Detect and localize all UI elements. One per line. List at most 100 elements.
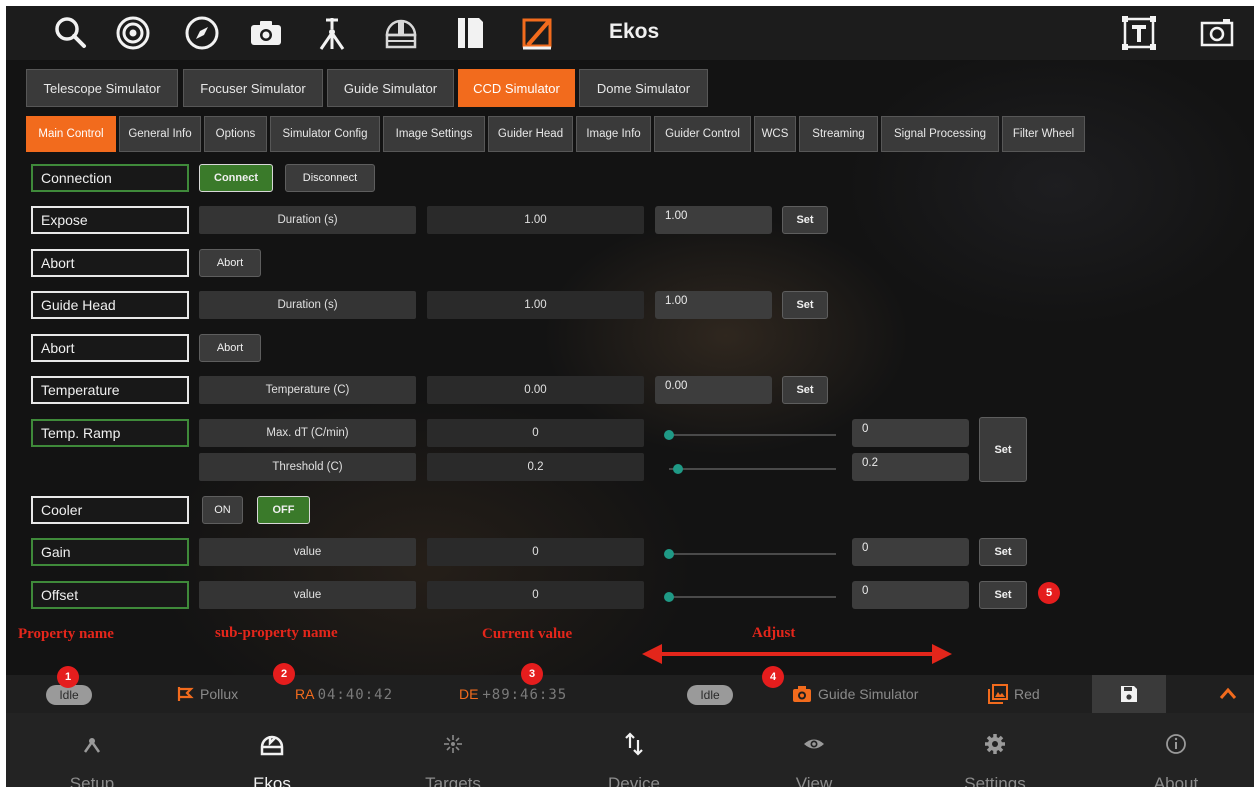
- disconnect-button[interactable]: Disconnect: [285, 164, 375, 192]
- gain-slider-track[interactable]: [666, 553, 836, 555]
- tab-filter-wheel[interactable]: Filter Wheel: [1002, 116, 1085, 152]
- setup-icon: [83, 738, 101, 753]
- tab-focuser-simulator[interactable]: Focuser Simulator: [183, 69, 323, 107]
- target-icon: [176, 684, 196, 704]
- ekos-app: Ekos Telescope Simulator Focuser Simulat…: [6, 6, 1254, 787]
- ra-readout: RA 04:40:42: [295, 686, 393, 703]
- subproperty-max-dt: Max. dT (C/min): [199, 419, 416, 447]
- tab-wcs[interactable]: WCS: [754, 116, 796, 152]
- current-value-max-dt: 0: [427, 419, 644, 447]
- gain-input[interactable]: 0: [852, 538, 969, 566]
- subproperty-threshold: Threshold (C): [199, 453, 416, 481]
- bottom-navigation: Setup Ekos Targets Device View Settings …: [6, 713, 1254, 787]
- expose-duration-input[interactable]: 1.00: [655, 206, 772, 234]
- tab-signal-processing[interactable]: Signal Processing: [881, 116, 999, 152]
- flat-box-icon[interactable]: [452, 15, 488, 51]
- property-name-cooler: Cooler: [31, 496, 189, 524]
- guide-head-duration-input[interactable]: 1.00: [655, 291, 772, 319]
- tab-options[interactable]: Options: [204, 116, 267, 152]
- abort-guide-button[interactable]: Abort: [199, 334, 261, 362]
- tab-streaming[interactable]: Streaming: [799, 116, 878, 152]
- align-icon[interactable]: [519, 15, 555, 51]
- nav-device[interactable]: Device: [559, 713, 709, 787]
- tab-simulator-config[interactable]: Simulator Config: [270, 116, 380, 152]
- app-title: Ekos: [609, 20, 660, 43]
- offset-set-button[interactable]: Set: [979, 581, 1027, 609]
- subproperty-offset-value: value: [199, 581, 416, 609]
- tab-general-info[interactable]: General Info: [119, 116, 201, 152]
- nav-label-about: About: [1153, 774, 1199, 787]
- search-icon[interactable]: [52, 15, 88, 51]
- de-label: DE: [459, 686, 479, 702]
- nav-label-view: View: [795, 774, 833, 787]
- offset-input[interactable]: 0: [852, 581, 969, 609]
- tab-dome-simulator[interactable]: Dome Simulator: [579, 69, 708, 107]
- max-dt-input[interactable]: 0: [852, 419, 969, 447]
- text-overlay-icon[interactable]: [1121, 15, 1157, 51]
- gain-slider-handle[interactable]: [664, 549, 674, 559]
- nav-targets[interactable]: Targets: [378, 713, 528, 787]
- offset-slider-track[interactable]: [666, 596, 836, 598]
- threshold-input[interactable]: 0.2: [852, 453, 969, 481]
- property-name-abort: Abort: [31, 249, 189, 277]
- eye-icon: [804, 739, 824, 749]
- nav-label-ekos: Ekos: [253, 774, 291, 787]
- nav-about[interactable]: About: [1101, 713, 1251, 787]
- annotation-subproperty-name: sub-property name: [215, 625, 338, 641]
- adjust-arrow: [642, 644, 952, 664]
- ra-value: 04:40:42: [317, 687, 394, 703]
- tab-telescope-simulator[interactable]: Telescope Simulator: [26, 69, 178, 107]
- target-name: Pollux: [200, 686, 239, 702]
- compass-icon[interactable]: [184, 15, 220, 51]
- de-readout: DE +89:46:35: [459, 686, 567, 703]
- subproperty-guide-head-duration: Duration (s): [199, 291, 416, 319]
- max-dt-slider-handle[interactable]: [664, 430, 674, 440]
- focus-target-icon[interactable]: [115, 15, 151, 51]
- expose-set-button[interactable]: Set: [782, 206, 828, 234]
- property-name-temp-ramp: Temp. Ramp: [31, 419, 189, 447]
- tab-ccd-simulator[interactable]: CCD Simulator: [458, 69, 575, 107]
- cooler-on-button[interactable]: ON: [202, 496, 243, 524]
- info-icon: [1166, 734, 1186, 754]
- temperature-input[interactable]: 0.00: [655, 376, 772, 404]
- threshold-slider-track[interactable]: [669, 468, 836, 470]
- tab-guide-simulator[interactable]: Guide Simulator: [327, 69, 454, 107]
- tab-image-settings[interactable]: Image Settings: [383, 116, 485, 152]
- current-value-temperature: 0.00: [427, 376, 644, 404]
- temp-ramp-set-button[interactable]: Set: [979, 417, 1027, 482]
- subproperty-expose-duration: Duration (s): [199, 206, 416, 234]
- camera-status-icon: [792, 684, 812, 704]
- tab-main-control[interactable]: Main Control: [26, 116, 116, 152]
- nav-label-targets: Targets: [425, 774, 481, 787]
- abort-exposure-button[interactable]: Abort: [199, 249, 261, 277]
- current-value-expose: 1.00: [427, 206, 644, 234]
- connect-button[interactable]: Connect: [199, 164, 273, 192]
- gain-set-button[interactable]: Set: [979, 538, 1027, 566]
- screenshot-icon[interactable]: [1199, 15, 1235, 51]
- nav-label-settings: Settings: [964, 774, 1026, 787]
- current-value-guide-head: 1.00: [427, 291, 644, 319]
- offset-slider-handle[interactable]: [664, 592, 674, 602]
- property-name-expose: Expose: [31, 206, 189, 234]
- property-name-abort-guide: Abort: [31, 334, 189, 362]
- nav-settings[interactable]: Settings: [920, 713, 1070, 787]
- de-value: +89:46:35: [482, 687, 568, 703]
- camera-icon[interactable]: [248, 15, 284, 51]
- mount-icon[interactable]: [314, 15, 350, 51]
- nav-setup[interactable]: Setup: [17, 713, 167, 787]
- dome-icon[interactable]: [383, 15, 419, 51]
- tab-guider-control[interactable]: Guider Control: [654, 116, 751, 152]
- max-dt-slider-track[interactable]: [666, 434, 836, 436]
- cooler-off-button[interactable]: OFF: [257, 496, 310, 524]
- nav-view[interactable]: View: [739, 713, 889, 787]
- filter-icon: [988, 684, 1008, 704]
- threshold-slider-handle[interactable]: [673, 464, 683, 474]
- nav-ekos[interactable]: Ekos: [197, 713, 347, 787]
- tab-image-info[interactable]: Image Info: [576, 116, 651, 152]
- save-button[interactable]: [1092, 675, 1166, 713]
- chevron-up-icon[interactable]: [1218, 686, 1238, 702]
- camera-status-badge: Idle: [687, 685, 733, 705]
- temperature-set-button[interactable]: Set: [782, 376, 828, 404]
- guide-head-set-button[interactable]: Set: [782, 291, 828, 319]
- tab-guider-head[interactable]: Guider Head: [488, 116, 573, 152]
